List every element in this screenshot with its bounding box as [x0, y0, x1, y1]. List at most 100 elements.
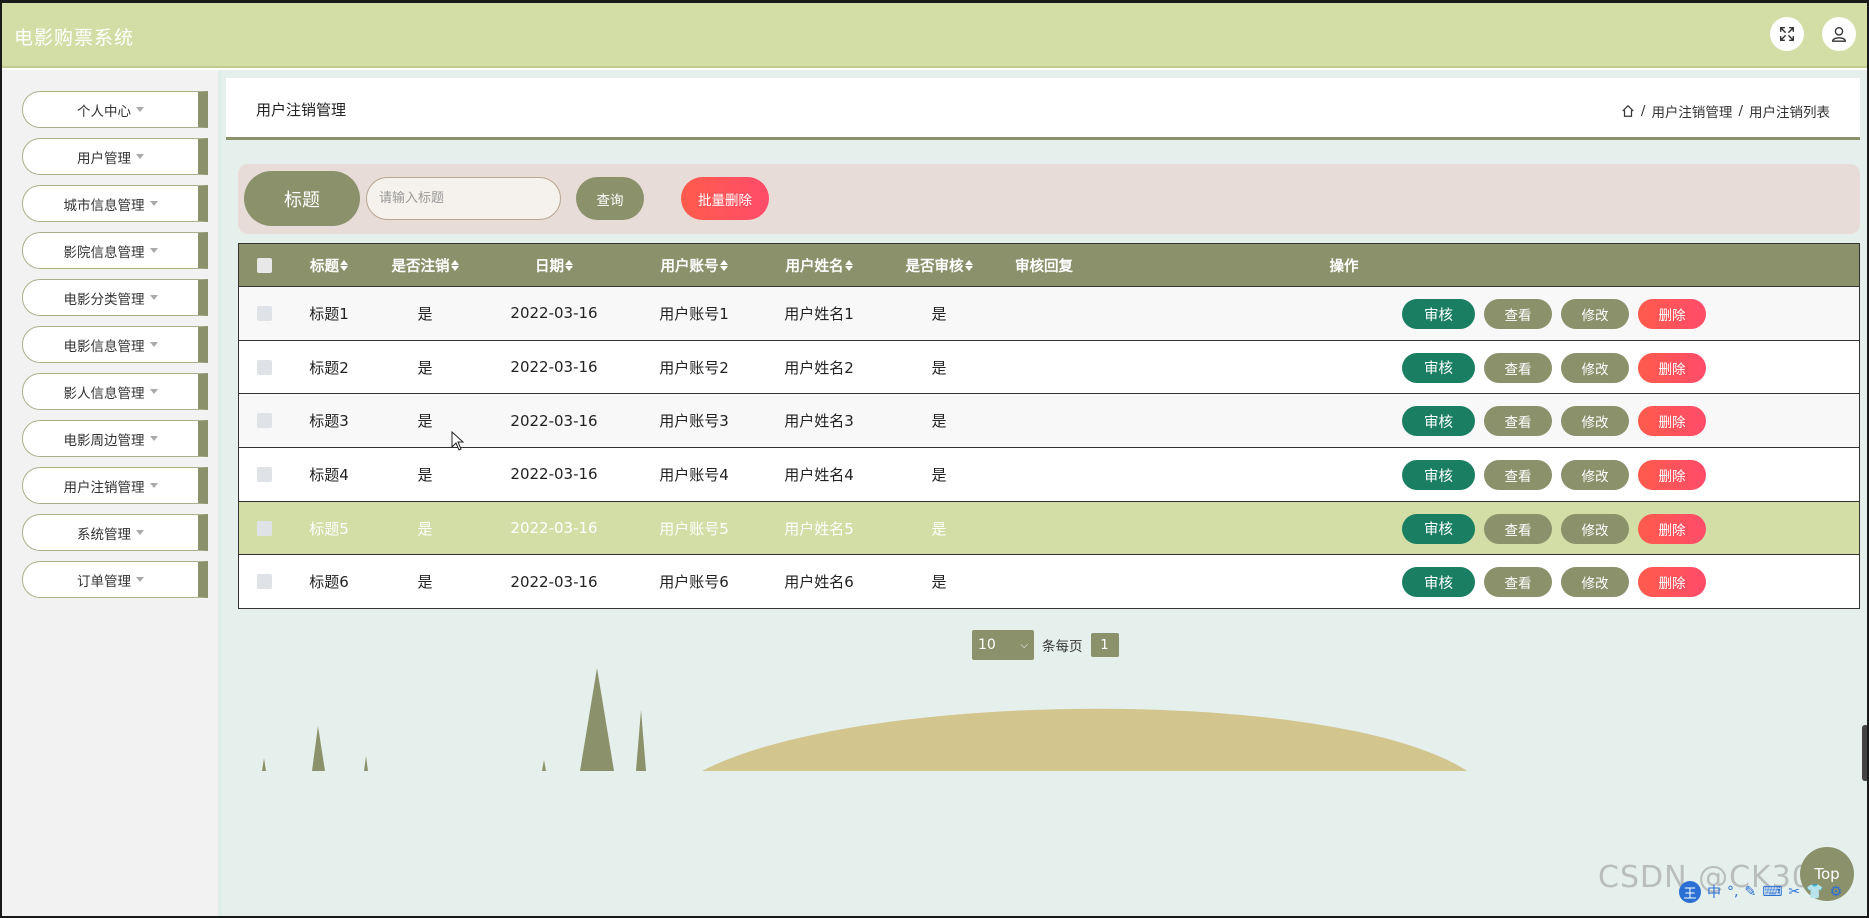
- sidebar-item-movie-category[interactable]: 电影分类管理: [22, 279, 208, 316]
- ime-settings-icon[interactable]: ⚙: [1830, 884, 1843, 900]
- home-icon[interactable]: [1621, 104, 1635, 118]
- cell-reviewed: 是: [931, 465, 947, 484]
- breadcrumb-separator: /: [1640, 103, 1646, 119]
- cell-title: 标题1: [309, 304, 349, 323]
- sidebar-item-orders[interactable]: 订单管理: [22, 561, 208, 598]
- sidebar-item-people-info[interactable]: 影人信息管理: [22, 373, 208, 410]
- row-checkbox[interactable]: [256, 359, 272, 375]
- page-title: 用户注销管理: [256, 101, 347, 119]
- column-header-account[interactable]: 用户账号: [644, 244, 744, 286]
- page-number-button[interactable]: 1: [1090, 633, 1119, 657]
- breadcrumb-item: 用户注销列表: [1749, 105, 1830, 121]
- sort-icon: [340, 259, 348, 271]
- column-header-cancelled[interactable]: 是否注销: [379, 244, 471, 286]
- search-input[interactable]: [366, 177, 561, 220]
- sidebar-item-label: 影院信息管理: [63, 244, 145, 261]
- cell-account: 用户账号1: [659, 304, 729, 323]
- view-button[interactable]: 查看: [1484, 299, 1552, 329]
- column-header-name[interactable]: 用户姓名: [769, 244, 869, 286]
- query-button[interactable]: 查询: [576, 177, 644, 220]
- review-button[interactable]: 审核: [1402, 460, 1475, 491]
- review-button[interactable]: 审核: [1402, 406, 1475, 437]
- fullscreen-button[interactable]: [1770, 17, 1804, 51]
- row-checkbox[interactable]: [256, 466, 272, 482]
- delete-button[interactable]: 删除: [1638, 513, 1706, 544]
- column-header-title[interactable]: 标题: [294, 244, 364, 286]
- edit-button[interactable]: 修改: [1561, 513, 1629, 544]
- row-checkbox[interactable]: [256, 574, 272, 590]
- edit-button[interactable]: 修改: [1561, 567, 1629, 598]
- column-header-date[interactable]: 日期: [509, 244, 599, 286]
- edit-button[interactable]: 修改: [1561, 299, 1629, 329]
- breadcrumb-item[interactable]: 用户注销管理: [1651, 101, 1732, 121]
- review-button[interactable]: 审核: [1402, 567, 1475, 598]
- table-header: 标题 是否注销 日期 用户账号 用户姓名 是否审核 审核回复 操作: [239, 244, 1859, 286]
- view-button[interactable]: 查看: [1484, 513, 1552, 544]
- column-header-reviewed[interactable]: 是否审核: [889, 244, 989, 286]
- sidebar-item-system[interactable]: 系统管理: [22, 514, 208, 551]
- sidebar-item-label: 系统管理: [77, 526, 131, 543]
- cell-title: 标题6: [309, 573, 349, 592]
- caret-down-icon: [149, 342, 158, 347]
- delete-button[interactable]: 删除: [1638, 299, 1706, 329]
- delete-button[interactable]: 删除: [1638, 352, 1706, 383]
- view-button[interactable]: 查看: [1484, 567, 1552, 598]
- review-button[interactable]: 审核: [1402, 299, 1475, 329]
- ime-handwriting-icon[interactable]: ✎: [1744, 884, 1756, 900]
- user-button[interactable]: [1822, 17, 1856, 51]
- caret-down-icon: [136, 107, 144, 112]
- fullscreen-icon: [1779, 26, 1795, 42]
- view-button[interactable]: 查看: [1484, 406, 1552, 437]
- sidebar-item-personal-center[interactable]: 个人中心: [22, 91, 208, 128]
- cell-reviewed: 是: [931, 412, 947, 431]
- caret-down-icon: [136, 577, 144, 582]
- column-header-label: 是否注销: [391, 258, 450, 275]
- sidebar-item-label: 订单管理: [77, 573, 131, 590]
- delete-button[interactable]: 删除: [1638, 460, 1706, 491]
- cell-date: 2022-03-16: [510, 465, 598, 484]
- edit-button[interactable]: 修改: [1561, 352, 1629, 383]
- sidebar-item-user-management[interactable]: 用户管理: [22, 138, 208, 175]
- column-header-label: 用户账号: [660, 258, 719, 275]
- cell-name: 用户姓名5: [784, 519, 854, 538]
- ime-language-icon[interactable]: 中: [1707, 882, 1721, 902]
- sidebar-item-cinema-info[interactable]: 影院信息管理: [22, 232, 208, 269]
- ime-punctuation-icon[interactable]: °,: [1727, 884, 1738, 900]
- sidebar-item-label: 电影分类管理: [63, 291, 145, 308]
- ime-skin-icon[interactable]: 👕: [1806, 884, 1823, 900]
- view-button[interactable]: 查看: [1484, 352, 1552, 383]
- row-checkbox[interactable]: [256, 305, 272, 321]
- sort-icon: [844, 259, 853, 271]
- delete-button[interactable]: 删除: [1638, 406, 1706, 437]
- sidebar-item-city-info[interactable]: 城市信息管理: [22, 185, 208, 222]
- cell-name: 用户姓名6: [784, 573, 854, 592]
- sidebar-item-label: 城市信息管理: [63, 197, 145, 214]
- sort-icon: [964, 259, 973, 271]
- ime-keyboard-icon[interactable]: ⌨: [1762, 884, 1782, 900]
- ime-logo-icon[interactable]: 王: [1679, 881, 1701, 903]
- landscape-decoration: [262, 668, 1467, 771]
- sidebar-item-label: 用户管理: [77, 150, 131, 167]
- row-checkbox[interactable]: [256, 413, 272, 429]
- review-button[interactable]: 审核: [1402, 352, 1475, 383]
- ime-scissors-icon[interactable]: ✂: [1788, 884, 1800, 900]
- scrollbar-thumb[interactable]: [1862, 725, 1869, 781]
- breadcrumb-bar: 用户注销管理 / 用户注销管理 / 用户注销列表: [226, 78, 1860, 140]
- sidebar-item-user-cancellation[interactable]: 用户注销管理: [22, 467, 208, 504]
- column-header-actions: 操作: [1329, 258, 1359, 275]
- cell-date: 2022-03-16: [510, 572, 598, 591]
- select-all-checkbox[interactable]: [256, 257, 272, 273]
- review-button[interactable]: 审核: [1402, 513, 1475, 544]
- cell-date: 2022-03-16: [510, 358, 598, 377]
- batch-delete-button[interactable]: 批量删除: [681, 177, 769, 220]
- row-checkbox[interactable]: [256, 520, 272, 536]
- sidebar-item-movie-merch[interactable]: 电影周边管理: [22, 420, 208, 457]
- delete-button[interactable]: 删除: [1638, 567, 1706, 598]
- edit-button[interactable]: 修改: [1561, 406, 1629, 437]
- sidebar-item-movie-info[interactable]: 电影信息管理: [22, 326, 208, 363]
- view-button[interactable]: 查看: [1484, 460, 1552, 491]
- cell-date: 2022-03-16: [510, 411, 598, 430]
- page-size-select[interactable]: 10 ⌵: [972, 630, 1034, 660]
- caret-down-icon: [136, 530, 144, 535]
- edit-button[interactable]: 修改: [1561, 460, 1629, 491]
